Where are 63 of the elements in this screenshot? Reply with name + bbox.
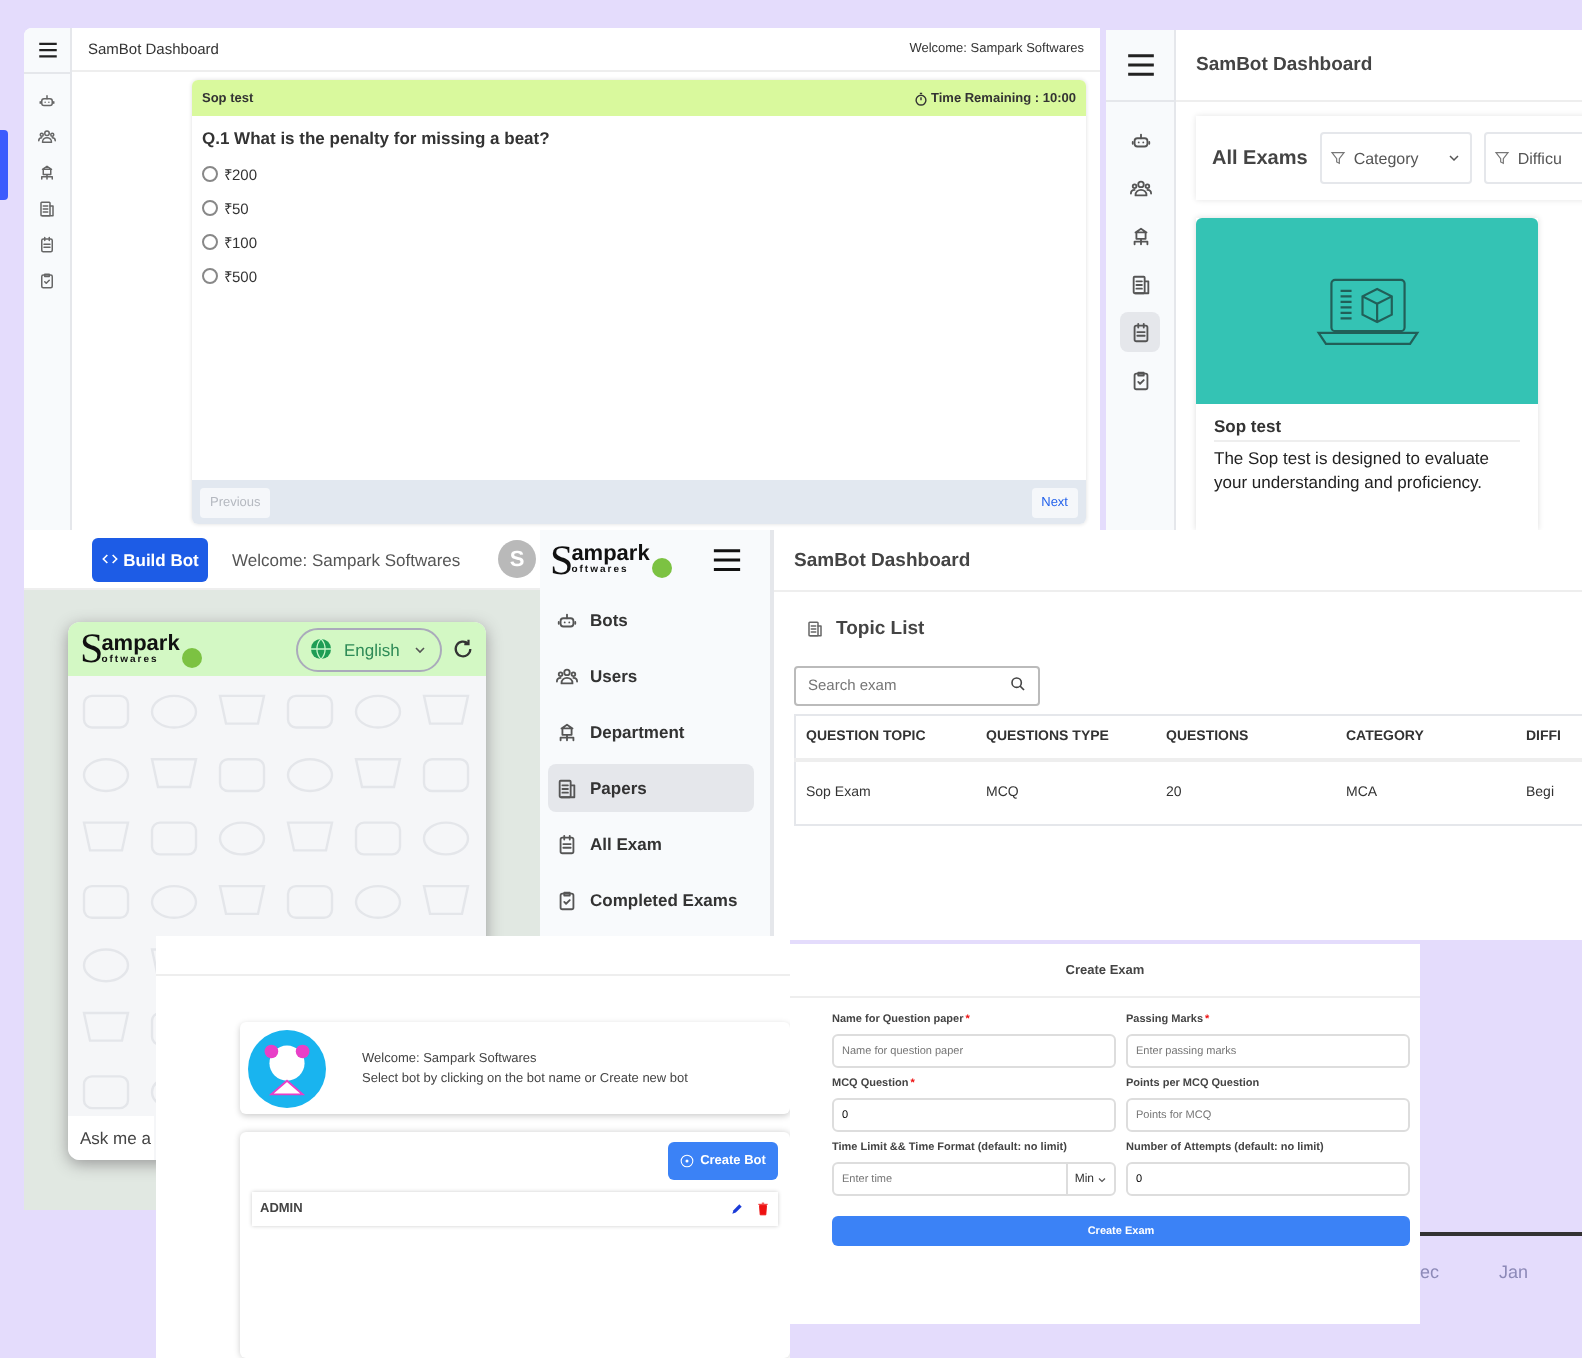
sidebar-button[interactable]: [1120, 312, 1160, 352]
welcome-text: Welcome: Sampark Softwares: [232, 549, 461, 569]
search-icon: [1010, 676, 1026, 692]
menu-item[interactable]: Users: [548, 652, 754, 700]
code-icon: [101, 552, 118, 566]
building-icon: [38, 163, 56, 181]
filter-icon: [1493, 150, 1510, 166]
calendar-icon: [1129, 321, 1151, 343]
axis-label: ec: [1420, 1262, 1440, 1286]
robot-icon: [556, 609, 578, 631]
document-icon: [556, 777, 578, 799]
section-heading: All Exams: [1212, 147, 1308, 169]
language-selector[interactable]: English: [296, 627, 442, 671]
stopwatch-icon: [913, 91, 927, 105]
group-icon: [1129, 177, 1151, 199]
calendar-icon: [38, 235, 56, 253]
radio-button[interactable]: [202, 268, 218, 284]
menu-icon[interactable]: [1125, 54, 1155, 76]
radio-button[interactable]: [202, 166, 218, 182]
document-icon: [1129, 273, 1151, 295]
page-title: SamBot Dashboard: [794, 549, 971, 571]
chevron-down-icon: [1096, 1173, 1108, 1185]
menu-item[interactable]: Bots: [548, 596, 754, 644]
document-icon: [38, 199, 56, 217]
filter-dropdown[interactable]: Difficu: [1483, 132, 1582, 184]
filter-icon: [1329, 150, 1346, 166]
filter-dropdown[interactable]: Category: [1319, 132, 1472, 184]
radio-button[interactable]: [202, 234, 218, 250]
clipboard-check-icon: [38, 271, 56, 289]
refresh-icon[interactable]: [452, 638, 474, 660]
robot-icon: [1129, 129, 1151, 151]
menu-item[interactable]: All Exam: [548, 820, 754, 868]
group-icon: [38, 127, 56, 145]
chat-input-placeholder[interactable]: Ask me a: [68, 1116, 154, 1160]
card-title: Sop test: [1214, 416, 1520, 442]
menu-icon[interactable]: [37, 42, 57, 58]
clipboard-check-icon: [1129, 369, 1151, 391]
menu-icon[interactable]: [712, 548, 742, 572]
menu-item[interactable]: Completed Exams: [548, 876, 754, 924]
avatar-icon: [248, 1029, 326, 1107]
page-title: SamBot Dashboard: [1196, 54, 1373, 76]
group-icon: [556, 665, 578, 687]
calendar-icon: [556, 833, 578, 855]
axis-label: Jan: [1499, 1262, 1529, 1286]
menu-item[interactable]: Papers: [548, 764, 754, 812]
pencil-icon[interactable]: [730, 1202, 744, 1216]
clipboard-check-icon: [556, 889, 578, 911]
document-icon: [806, 620, 824, 638]
chevron-down-icon: [1445, 150, 1462, 166]
section-heading: Topic List: [836, 618, 925, 640]
building-icon: [556, 721, 578, 743]
radio-button[interactable]: [202, 200, 218, 216]
question-text: Q.1 What is the penalty for missing a beat?: [202, 128, 552, 148]
build-bot-button[interactable]: Build Bot: [92, 537, 208, 581]
robot-icon: [38, 91, 56, 109]
globe-icon: [310, 638, 332, 660]
card-description: The Sop test is designed to evaluate your understanding and proficiency.: [1214, 448, 1492, 496]
menu-item[interactable]: Department: [548, 708, 754, 756]
plus-circle-icon: [680, 1154, 695, 1168]
trash-icon[interactable]: [756, 1202, 770, 1216]
active-indicator: [0, 130, 8, 200]
building-icon: [1129, 225, 1151, 247]
chevron-down-icon: [412, 641, 428, 657]
